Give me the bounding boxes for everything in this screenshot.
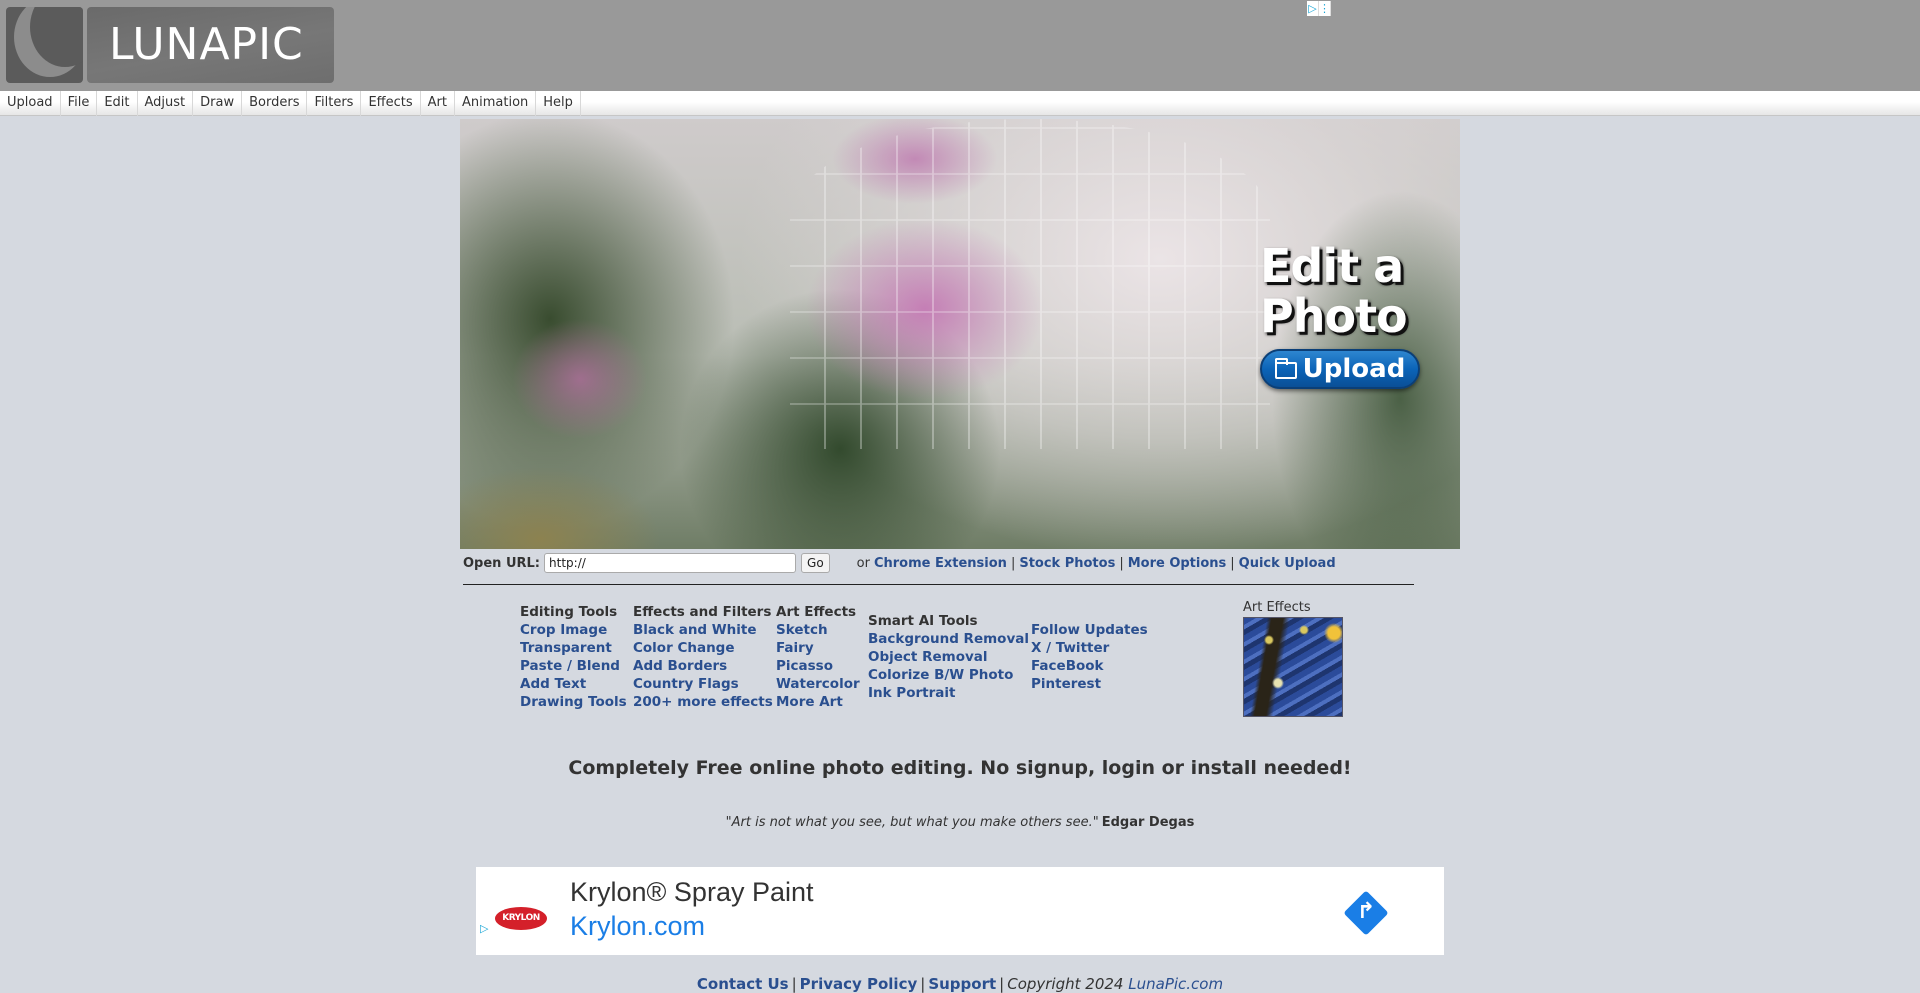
menu-animation[interactable]: Animation: [455, 91, 537, 116]
chrome-extension-link[interactable]: Chrome Extension: [874, 556, 1007, 571]
advertisement[interactable]: ▷ KRYLON Krylon® Spray Paint Krylon.com …: [476, 867, 1444, 955]
crop-image-link[interactable]: Crop Image: [520, 621, 627, 639]
support-link[interactable]: Support: [928, 975, 996, 993]
black-and-white-link[interactable]: Black and White: [633, 621, 773, 639]
menu-filters[interactable]: Filters: [307, 91, 362, 116]
fairy-link[interactable]: Fairy: [776, 639, 860, 657]
privacy-policy-link[interactable]: Privacy Policy: [800, 975, 918, 993]
ad-choices-icon[interactable]: ▷: [1307, 1, 1319, 16]
menu-borders[interactable]: Borders: [242, 91, 308, 116]
menu-help[interactable]: Help: [536, 91, 581, 116]
or-text: or: [856, 555, 870, 571]
divider: [463, 584, 1414, 585]
tagline: Completely Free online photo editing. No…: [568, 757, 1352, 779]
advertiser-logo[interactable]: KRYLON: [495, 907, 547, 930]
add-borders-link[interactable]: Add Borders: [633, 657, 773, 675]
more-art-link[interactable]: More Art: [776, 693, 860, 711]
column-heading: Smart AI Tools: [868, 613, 978, 629]
logo-text: LUNAPIC: [109, 19, 304, 70]
stock-photos-link[interactable]: Stock Photos: [1019, 556, 1115, 571]
menu-art[interactable]: Art: [421, 91, 455, 116]
lunapic-logo[interactable]: LUNAPIC: [6, 7, 334, 83]
folder-icon: [1274, 357, 1297, 379]
facebook-link[interactable]: FaceBook: [1031, 657, 1148, 675]
twitter-link[interactable]: X / Twitter: [1031, 639, 1148, 657]
drawing-tools-link[interactable]: Drawing Tools: [520, 693, 627, 711]
open-url-row: Open URL: Go or Chrome Extension | Stock…: [463, 552, 1336, 574]
column-heading: Effects and Filters: [633, 604, 772, 620]
more-effects-link[interactable]: 200+ more effects: [633, 693, 773, 711]
quote-author: Edgar Degas: [1101, 815, 1195, 830]
menu-file[interactable]: File: [61, 91, 98, 116]
quick-upload-link[interactable]: Quick Upload: [1239, 556, 1336, 571]
object-removal-link[interactable]: Object Removal: [868, 648, 1029, 666]
go-button[interactable]: Go: [801, 553, 830, 573]
sketch-link[interactable]: Sketch: [776, 621, 860, 639]
ad-directions-button[interactable]: [1343, 890, 1389, 936]
colorize-photo-link[interactable]: Colorize B/W Photo: [868, 666, 1029, 684]
pinterest-link[interactable]: Pinterest: [1031, 675, 1148, 693]
column-heading: Art Effects: [776, 604, 857, 620]
column-heading: Editing Tools: [520, 604, 618, 620]
menu-effects[interactable]: Effects: [361, 91, 421, 116]
ad-title[interactable]: Krylon® Spray Paint: [570, 877, 814, 908]
follow-updates-link[interactable]: Follow Updates: [1031, 621, 1148, 639]
color-change-link[interactable]: Color Change: [633, 639, 773, 657]
starry-night-thumbnail[interactable]: [1243, 617, 1343, 717]
watercolor-link[interactable]: Watercolor: [776, 675, 860, 693]
ad-url[interactable]: Krylon.com: [570, 911, 705, 942]
menu-adjust[interactable]: Adjust: [138, 91, 194, 116]
menu-draw[interactable]: Draw: [193, 91, 243, 116]
hero-banner-image: Edit a Photo Upload: [460, 119, 1460, 549]
hero-title: Edit a Photo: [1260, 239, 1408, 343]
art-effects-promo[interactable]: Art Effects: [1243, 600, 1343, 717]
follow-column: Follow Updates X / Twitter FaceBook Pint…: [1031, 621, 1148, 693]
more-options-link[interactable]: More Options: [1128, 556, 1227, 571]
add-text-link[interactable]: Add Text: [520, 675, 627, 693]
lunapic-home-link[interactable]: LunaPic.com: [1128, 975, 1223, 993]
contact-us-link[interactable]: Contact Us: [697, 975, 789, 993]
footer: Contact Us | Privacy Policy | Support | Copyri…: [696, 975, 1224, 993]
greenhouse-glass: [790, 119, 1270, 449]
ad-choices[interactable]: ▷ ⋮: [1307, 1, 1331, 16]
picasso-link[interactable]: Picasso: [776, 657, 860, 675]
main-menu: Upload File Edit Adjust Draw Borders Fil…: [0, 91, 1920, 116]
site-header: LUNAPIC ▷ ⋮: [0, 0, 1920, 91]
hero-upload-button[interactable]: Upload: [1260, 349, 1420, 389]
effects-filters-column: Effects and Filters Black and White Colo…: [633, 603, 773, 711]
art-effects-label: Art Effects: [1243, 600, 1311, 615]
quote-text: "Art is not what you see, but what you m…: [725, 815, 1099, 830]
ad-menu-icon[interactable]: ⋮: [1319, 1, 1331, 16]
quote: "Art is not what you see, but what you m…: [0, 815, 1920, 830]
art-effects-column: Art Effects Sketch Fairy Picasso Waterco…: [776, 603, 860, 711]
menu-edit[interactable]: Edit: [97, 91, 138, 116]
open-url-label: Open URL:: [463, 555, 541, 571]
copyright: Copyright 2024 LunaPic.com: [1007, 975, 1224, 993]
editing-tools-column: Editing Tools Crop Image Transparent Pas…: [520, 603, 627, 711]
country-flags-link[interactable]: Country Flags: [633, 675, 773, 693]
moon-icon: [6, 7, 83, 83]
ad-choices-icon[interactable]: ▷: [480, 923, 492, 935]
ink-portrait-link[interactable]: Ink Portrait: [868, 684, 1029, 702]
url-input[interactable]: [544, 553, 797, 573]
transparent-link[interactable]: Transparent: [520, 639, 627, 657]
background-removal-link[interactable]: Background Removal: [868, 630, 1029, 648]
paste-blend-link[interactable]: Paste / Blend: [520, 657, 627, 675]
smart-ai-tools-column: Smart AI Tools Background Removal Object…: [868, 612, 1029, 702]
menu-upload[interactable]: Upload: [0, 91, 61, 116]
